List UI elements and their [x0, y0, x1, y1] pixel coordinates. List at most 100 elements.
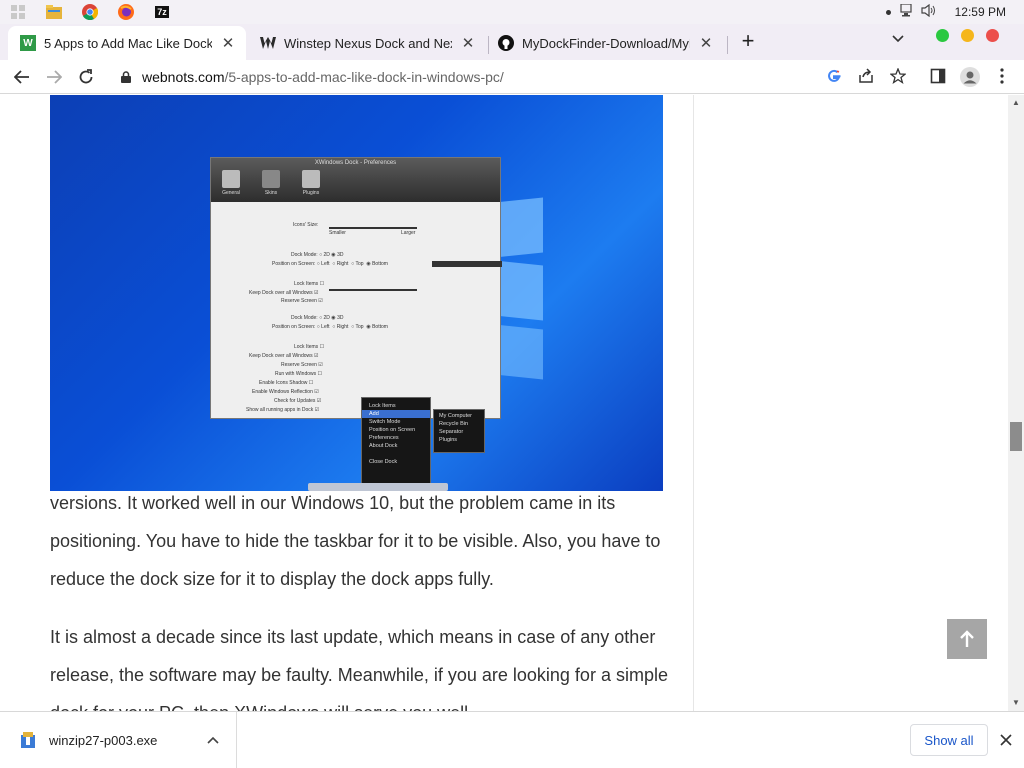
xwd-option: Enable Icons Shadow ☐ — [259, 380, 314, 386]
download-item[interactable]: winzip27-p003.exe — [0, 712, 237, 768]
windows-logo-pane — [495, 260, 543, 321]
menu-kebab-icon[interactable] — [992, 66, 1012, 86]
scroll-up-arrow-icon[interactable]: ▲ — [1008, 95, 1024, 111]
ctx-menu-item: Lock Items — [369, 403, 396, 409]
chevron-up-icon[interactable] — [204, 731, 222, 749]
close-icon[interactable]: ✕ — [698, 34, 714, 52]
url-host: webnots.com — [142, 69, 225, 85]
xwd-tool-skins: Skins — [259, 170, 283, 196]
tab-github[interactable]: MyDockFinder-Download/MyDockFinder ✕ — [486, 26, 724, 60]
download-shelf: winzip27-p003.exe Show all — [0, 711, 1024, 768]
ctx-submenu-item: Recycle Bin — [439, 421, 469, 427]
show-all-button[interactable]: Show all — [910, 724, 988, 756]
github-favicon — [498, 35, 514, 51]
page-scrollbar[interactable]: ▲ ▼ — [1008, 95, 1024, 711]
google-lens-icon[interactable] — [824, 66, 844, 86]
xwd-option: Run with Windows ☐ — [275, 371, 323, 377]
tab-title: MyDockFinder-Download/MyDockFinder — [522, 35, 690, 51]
scroll-down-arrow-icon[interactable]: ▼ — [1008, 695, 1024, 711]
tab-search-chevron-icon[interactable] — [888, 32, 908, 52]
lock-icon[interactable] — [118, 71, 134, 83]
paragraph-line: It is almost a decade since its last upd… — [50, 627, 656, 647]
article-screenshot-image: XWindows Dock - Preferences General Skin… — [50, 95, 663, 491]
article-paragraph: versions. It worked well in our Windows … — [50, 484, 680, 598]
ctx-menu-item: Position on Screen — [369, 427, 416, 433]
xwd-option: Position on Screen: ○ Left ○ Right ○ Top… — [272, 261, 388, 267]
tab-separator — [727, 36, 728, 54]
xwd-window-title: XWindows Dock - Preferences — [314, 160, 397, 166]
download-file-name: winzip27-p003.exe — [49, 732, 158, 748]
xwd-context-menu: Lock Items Add Switch Mode Position on S… — [361, 397, 431, 485]
url-text[interactable]: webnots.com/5-apps-to-add-mac-like-dock-… — [142, 69, 504, 85]
side-panel-icon[interactable] — [928, 66, 948, 86]
xwd-tool-general: General — [219, 170, 243, 196]
browser-toolbar: webnots.com/5-apps-to-add-mac-like-dock-… — [0, 60, 1024, 94]
article-paragraph: It is almost a decade since its last upd… — [50, 618, 680, 711]
xwd-option: Larger — [401, 230, 416, 236]
url-path: /5-apps-to-add-mac-like-dock-in-windows-… — [224, 69, 504, 85]
ctx-submenu-item: Separator — [439, 429, 464, 435]
xwd-option: Show all running apps in Dock ☑ — [246, 407, 320, 413]
new-tab-button[interactable]: + — [736, 30, 760, 54]
firefox-icon[interactable] — [108, 0, 144, 24]
ctx-menu-item: Close Dock — [369, 459, 398, 465]
tab-webnots[interactable]: W 5 Apps to Add Mac Like Dock in Windows… — [8, 26, 246, 60]
xwd-tool-label: Plugins — [302, 190, 320, 196]
close-icon[interactable]: ✕ — [220, 34, 236, 52]
xwd-option: Lock Items ☐ — [294, 344, 325, 350]
webnots-favicon: W — [20, 35, 36, 51]
close-icon[interactable]: ✕ — [460, 34, 476, 52]
reload-button[interactable] — [73, 64, 99, 90]
tab-title: 5 Apps to Add Mac Like Dock in Windows — [44, 35, 213, 51]
bookmark-star-icon[interactable] — [888, 66, 908, 86]
close-icon[interactable] — [996, 730, 1016, 750]
minimize-button[interactable] — [961, 29, 974, 42]
chrome-icon[interactable] — [72, 0, 108, 24]
xwd-option: Lock Items ☐ — [294, 281, 325, 287]
sidebar-divider — [693, 95, 694, 711]
xwd-tool-label: General — [222, 190, 240, 196]
xwd-option: Position on Screen: ○ Left ○ Right ○ Top… — [272, 324, 388, 330]
xwd-option: Smaller — [329, 230, 346, 236]
xwd-option: Dock Mode: ○ 2D ◉ 3D — [291, 252, 344, 258]
7zip-icon[interactable]: 7z — [144, 0, 180, 24]
paragraph-line: versions. It worked well in our Windows … — [50, 493, 616, 513]
maximize-button[interactable] — [936, 29, 949, 42]
tab-winstep[interactable]: Winstep Nexus Dock and Nexus Ultimate ✕ — [248, 26, 486, 60]
winstep-favicon — [260, 35, 276, 51]
7zip-label: 7z — [155, 6, 169, 18]
page-content: XWindows Dock - Preferences General Skin… — [0, 95, 1008, 711]
tab-title: Winstep Nexus Dock and Nexus Ultimate — [284, 35, 452, 51]
ctx-menu-item: Switch Mode — [369, 419, 401, 425]
scrollbar-thumb[interactable] — [1010, 422, 1022, 451]
forward-button[interactable] — [41, 64, 67, 90]
paragraph-line: reduce the dock size for it to display t… — [50, 569, 494, 589]
file-explorer-icon[interactable] — [36, 0, 72, 24]
browser-tab-strip: W 5 Apps to Add Mac Like Dock in Windows… — [0, 24, 1024, 60]
close-window-button[interactable] — [986, 29, 999, 42]
xwd-option: Dock Mode: ○ 2D ◉ 3D — [291, 315, 344, 321]
paragraph-line: dock for your PC, then XWindows will ser… — [50, 703, 473, 711]
arrow-up-icon — [960, 630, 974, 647]
system-tray: 12:59 PM — [885, 0, 1024, 24]
ctx-menu-item: Preferences — [369, 435, 399, 441]
ctx-submenu-item: Plugins — [439, 437, 458, 443]
windows-start-icon[interactable] — [0, 0, 36, 24]
address-bar[interactable]: webnots.com/5-apps-to-add-mac-like-dock-… — [110, 62, 918, 92]
ctx-menu-item: Add — [362, 410, 430, 418]
profile-avatar-icon[interactable] — [959, 66, 981, 88]
xwd-option: Reserve Screen ☑ — [281, 362, 323, 368]
ctx-menu-item: About Dock — [369, 443, 398, 449]
xwd-tool-label: Skins — [264, 190, 278, 196]
xwd-option: Enable Windows Reflection ☑ — [252, 389, 319, 395]
scroll-to-top-button[interactable] — [947, 619, 987, 659]
xwd-option: Icons' Size: — [293, 222, 319, 228]
back-button[interactable] — [9, 64, 35, 90]
tray-notification-dot — [885, 9, 891, 15]
xwd-slider — [329, 227, 417, 229]
share-icon[interactable] — [856, 66, 876, 86]
clock-time[interactable]: 12:59 PM — [955, 5, 1006, 19]
volume-icon[interactable] — [921, 3, 937, 20]
xwd-slider — [329, 289, 417, 291]
network-icon[interactable] — [899, 3, 913, 20]
